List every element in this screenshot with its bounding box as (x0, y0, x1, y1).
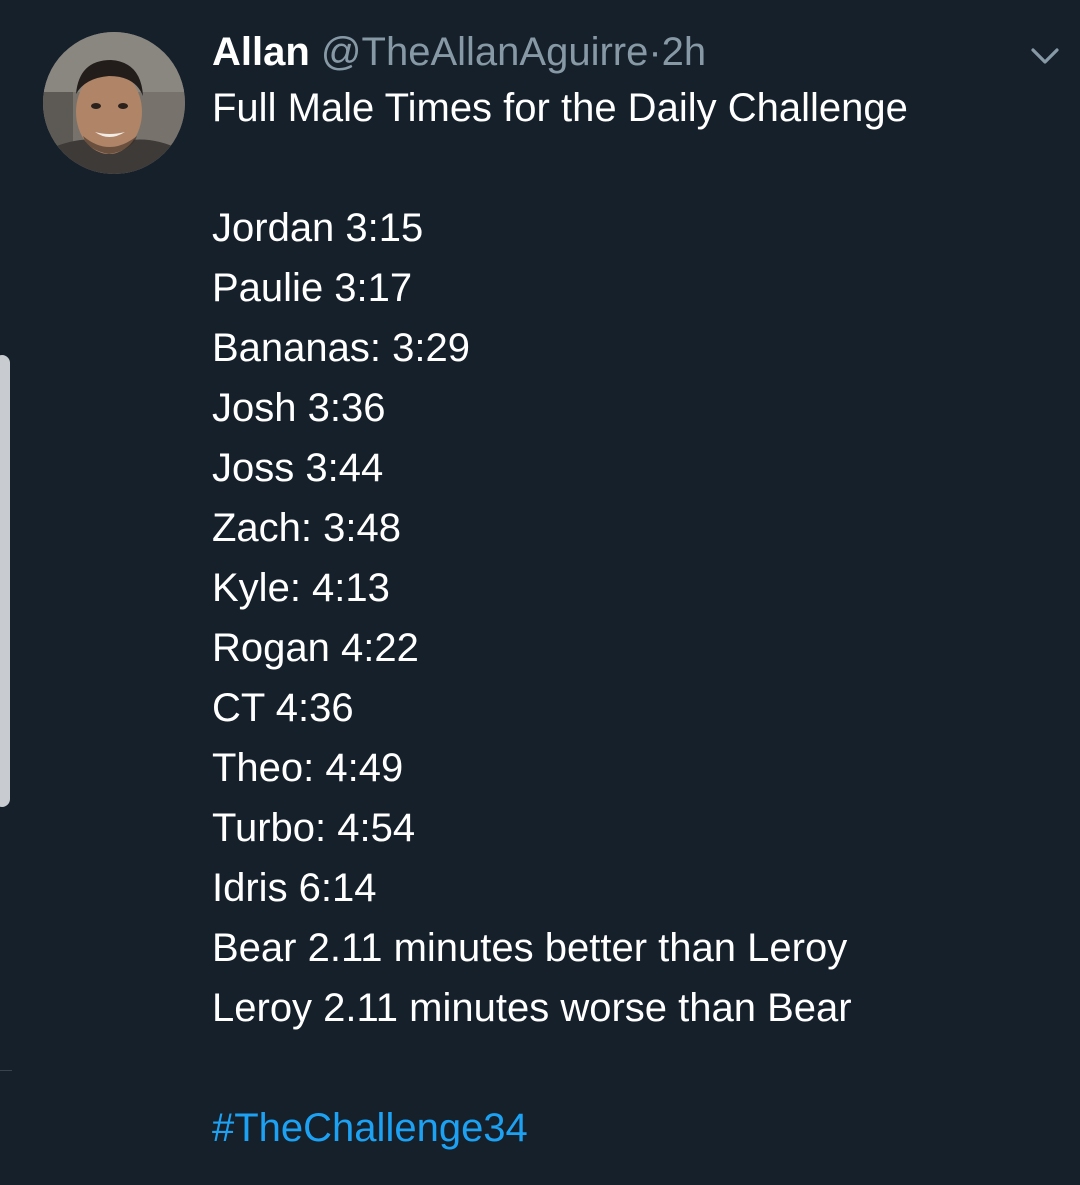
time-entry: Bananas: 3:29 (212, 326, 470, 370)
time-entry: Kyle: 4:13 (212, 566, 390, 610)
avatar[interactable] (43, 32, 185, 174)
time-entry: Jordan 3:15 (212, 206, 424, 250)
divider (0, 1070, 12, 1071)
avatar-image (43, 32, 185, 174)
author-name[interactable]: Allan (212, 30, 310, 74)
tweet-intro: Full Male Times for the Daily Challenge (212, 86, 908, 130)
time-entry: Turbo: 4:54 (212, 806, 416, 850)
tweet-body: Allan @TheAllanAguirre·2h Full Male Time… (212, 24, 1052, 1158)
time-entry: Joss 3:44 (212, 446, 384, 490)
time-entry: Theo: 4:49 (212, 746, 404, 790)
time-entry: Paulie 3:17 (212, 266, 413, 310)
time-entry: Leroy 2.11 minutes worse than Bear (212, 986, 852, 1030)
time-entry: Idris 6:14 (212, 866, 377, 910)
time-entry: Rogan 4:22 (212, 626, 419, 670)
tweet-header: Allan @TheAllanAguirre·2h (212, 24, 1052, 80)
time-entry: Zach: 3:48 (212, 506, 402, 550)
header-separator: · (648, 30, 662, 74)
hashtag-link[interactable]: #TheChallenge34 (212, 1098, 1052, 1158)
time-entry: Bear 2.11 minutes better than Leroy (212, 926, 848, 970)
tweet-text: Full Male Times for the Daily Challenge … (212, 78, 1052, 1158)
tweet-screen: Allan @TheAllanAguirre·2h Full Male Time… (0, 0, 1080, 1185)
time-entry: CT 4:36 (212, 686, 354, 730)
author-handle[interactable]: @TheAllanAguirre (321, 30, 648, 74)
tweet-timestamp[interactable]: 2h (662, 30, 707, 74)
time-entry: Josh 3:36 (212, 386, 386, 430)
scrollbar[interactable] (0, 355, 10, 807)
